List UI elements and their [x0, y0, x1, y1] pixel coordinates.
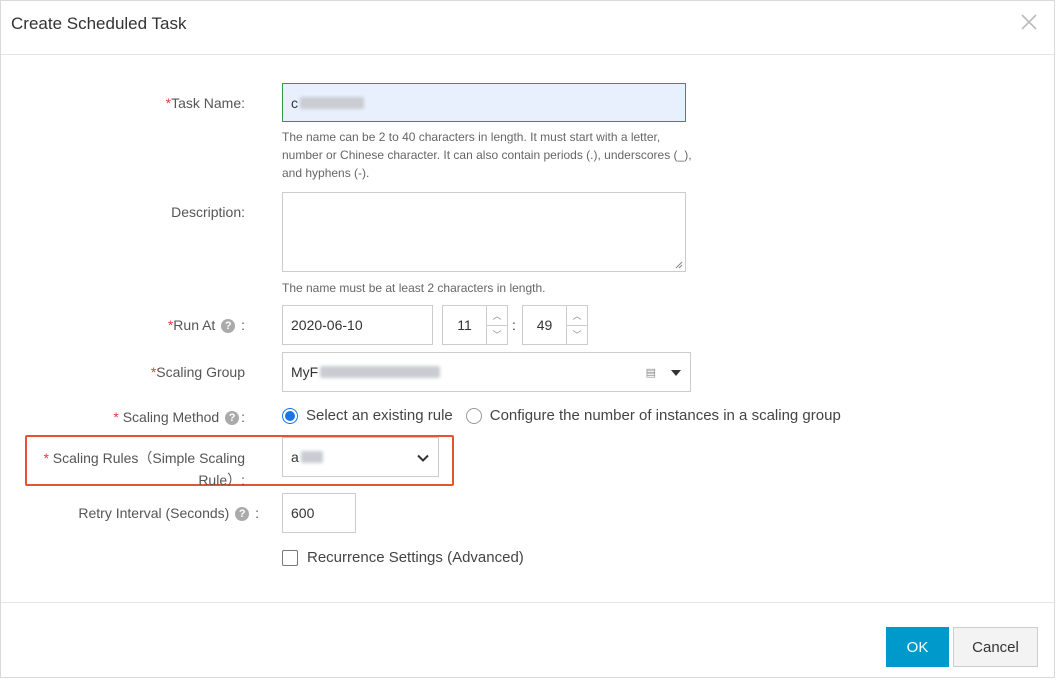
run-at-date-input[interactable]: 2020-06-10 — [282, 305, 433, 345]
retry-interval-input[interactable]: 600 — [282, 493, 356, 533]
create-scheduled-task-dialog: Create Scheduled Task *Task Name: c The … — [0, 0, 1055, 678]
time-separator: : — [512, 317, 516, 333]
recurrence-label[interactable]: Recurrence Settings (Advanced) — [307, 549, 524, 566]
run-at-minute-input[interactable]: 49 ︿ ﹀ — [522, 305, 588, 345]
redacted-text — [300, 96, 364, 109]
retry-interval-label: Retry Interval (Seconds) ? : — [78, 505, 259, 521]
help-icon[interactable]: ? — [221, 319, 236, 333]
chevron-down-icon[interactable] — [416, 451, 430, 465]
scaling-rules-label: * Scaling Rules（Simple Scaling Rule）: — [43, 450, 245, 488]
task-name-label: *Task Name: — [165, 95, 245, 111]
task-name-input[interactable]: c — [282, 83, 686, 122]
description-label: Description: — [171, 204, 245, 220]
recurrence-settings: Recurrence Settings (Advanced) — [282, 549, 524, 566]
run-at-label: *Run At ? : — [167, 317, 245, 333]
calendar-icon: ▤ — [645, 367, 656, 379]
dialog-header: Create Scheduled Task — [1, 1, 1054, 55]
scaling-rules-select[interactable]: a — [282, 437, 439, 477]
dialog-title: Create Scheduled Task — [11, 14, 187, 33]
redacted-text — [320, 366, 441, 378]
chevron-up-icon[interactable]: ︿ — [567, 306, 587, 325]
run-at-hour-input[interactable]: 11 ︿ ﹀ — [442, 305, 508, 345]
redacted-text — [300, 451, 323, 463]
caret-down-icon[interactable] — [671, 370, 681, 376]
task-name-value: c — [291, 94, 298, 111]
scaling-group-label: *Scaling Group — [150, 364, 245, 380]
cancel-button[interactable]: Cancel — [953, 627, 1038, 667]
recurrence-checkbox[interactable] — [282, 549, 298, 566]
resize-handle-icon[interactable] — [675, 261, 683, 269]
description-hint: The name must be at least 2 characters i… — [282, 281, 546, 295]
radio-select-existing-rule[interactable] — [282, 407, 298, 424]
help-icon[interactable]: ? — [235, 507, 250, 521]
ok-button[interactable]: OK — [886, 627, 949, 667]
scaling-method-label: * Scaling Method ?: — [113, 409, 245, 425]
radio-label[interactable]: Configure the number of instances in a s… — [490, 407, 841, 424]
description-textarea[interactable] — [282, 192, 686, 272]
task-name-hint: The name can be 2 to 40 characters in le… — [282, 130, 692, 180]
hour-stepper[interactable]: ︿ ﹀ — [486, 306, 507, 344]
chevron-up-icon[interactable]: ︿ — [487, 306, 507, 325]
scaling-group-select[interactable]: MyF ▤ — [282, 352, 691, 392]
scaling-method-radio-group: Select an existing rule Configure the nu… — [282, 407, 854, 424]
help-icon[interactable]: ? — [225, 411, 240, 425]
chevron-down-icon[interactable]: ﹀ — [487, 324, 507, 345]
chevron-down-icon[interactable]: ﹀ — [567, 324, 587, 345]
minute-stepper[interactable]: ︿ ﹀ — [566, 306, 587, 344]
radio-configure-instances[interactable] — [465, 407, 482, 424]
radio-label[interactable]: Select an existing rule — [306, 407, 453, 424]
close-icon[interactable] — [1018, 11, 1040, 33]
